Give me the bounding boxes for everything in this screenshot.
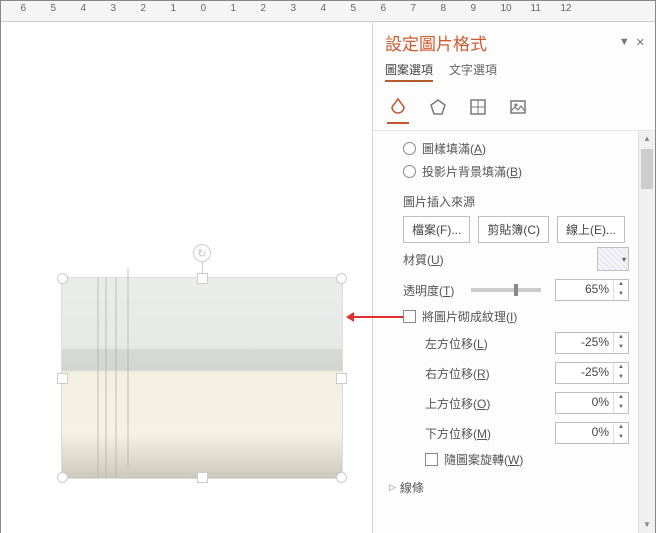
ruler-tick: 10	[501, 3, 502, 14]
ruler-tick: 5	[51, 3, 52, 14]
texture-label: 材質(U)	[403, 251, 589, 268]
offset-left-spinner[interactable]: -25% ▲▼	[555, 332, 629, 354]
radio-icon	[403, 142, 416, 155]
resize-handle-w[interactable]	[57, 373, 68, 384]
checkbox-tile-texture[interactable]: 將圖片砌成紋理(I)	[385, 305, 649, 328]
transparency-label: 透明度(T)	[403, 282, 457, 299]
size-properties-icon[interactable]	[467, 96, 489, 118]
scroll-down-icon[interactable]: ▼	[639, 517, 655, 533]
selected-picture[interactable]: ↻	[61, 277, 343, 479]
resize-handle-ne[interactable]	[336, 273, 347, 284]
texture-picker[interactable]: ▾	[597, 247, 629, 271]
radio-pattern-fill[interactable]: 圖樣填滿(A)	[385, 137, 649, 160]
panel-body: 圖樣填滿(A) 投影片背景填滿(B) 圖片插入來源 檔案(F)... 剪貼簿(C…	[373, 131, 655, 533]
panel-scrollbar[interactable]: ▲ ▼	[638, 131, 655, 533]
ruler-tick: 3	[111, 3, 112, 14]
ruler-tick: 6	[21, 3, 22, 14]
line-section-expander[interactable]: ▷ 線條	[385, 471, 649, 500]
ruler-tick: 11	[531, 3, 532, 14]
transparency-slider[interactable]	[471, 288, 541, 292]
category-icons	[373, 88, 655, 131]
radio-slide-bg-fill[interactable]: 投影片背景填滿(B)	[385, 160, 649, 183]
online-button[interactable]: 線上(E)...	[557, 216, 625, 243]
ruler-tick: 3	[291, 3, 292, 14]
transparency-value: 65%	[556, 280, 613, 300]
ruler-tick: 4	[321, 3, 322, 14]
file-button[interactable]: 檔案(F)...	[403, 216, 470, 243]
close-icon[interactable]: ✕	[636, 36, 645, 49]
checkbox-label: 將圖片砌成紋理(I)	[422, 308, 517, 325]
ruler-tick: 5	[351, 3, 352, 14]
ruler-tick: 1	[171, 3, 172, 14]
checkbox-icon	[403, 310, 416, 323]
offset-top-spinner[interactable]: 0% ▲▼	[555, 392, 629, 414]
offset-right-spinner[interactable]: -25% ▲▼	[555, 362, 629, 384]
line-section-label: 線條	[400, 479, 424, 496]
horizontal-ruler: 6543210123456789101112	[1, 1, 655, 22]
panel-tabs: 圖案選項 文字選項	[373, 59, 655, 88]
chevron-right-icon: ▷	[389, 482, 396, 493]
panel-menu-icon[interactable]: ▼	[619, 36, 630, 49]
checkbox-label: 隨圖案旋轉(W)	[444, 451, 523, 468]
ruler-tick: 2	[141, 3, 142, 14]
ruler-tick: 6	[381, 3, 382, 14]
resize-handle-s[interactable]	[197, 472, 208, 483]
transparency-spinner[interactable]: 65% ▲▼	[555, 279, 629, 301]
offset-left-label: 左方位移(L)	[425, 335, 547, 352]
slide-canvas[interactable]: ↻	[1, 22, 372, 533]
ruler-tick: 8	[441, 3, 442, 14]
scroll-thumb[interactable]	[641, 149, 653, 189]
offset-top-label: 上方位移(O)	[425, 395, 547, 412]
tab-text-options[interactable]: 文字選項	[449, 61, 497, 82]
fill-line-icon[interactable]	[387, 96, 409, 124]
ruler-tick: 4	[81, 3, 82, 14]
ruler-tick: 9	[471, 3, 472, 14]
radio-label: 圖樣填滿(A)	[422, 140, 486, 157]
resize-handle-se[interactable]	[336, 472, 347, 483]
checkbox-rotate-with-shape[interactable]: 隨圖案旋轉(W)	[385, 448, 649, 471]
ruler-tick: 2	[261, 3, 262, 14]
tab-shape-options[interactable]: 圖案選項	[385, 61, 433, 82]
ruler-tick: 12	[561, 3, 562, 14]
ruler-tick: 1	[231, 3, 232, 14]
clipboard-button[interactable]: 剪貼簿(C)	[478, 216, 549, 243]
resize-handle-sw[interactable]	[57, 472, 68, 483]
checkbox-icon	[425, 453, 438, 466]
format-picture-panel: 設定圖片格式 ▼ ✕ 圖案選項 文字選項	[372, 22, 655, 533]
rotate-handle[interactable]: ↻	[193, 244, 211, 262]
resize-handle-n[interactable]	[197, 273, 208, 284]
insert-from-label: 圖片插入來源	[385, 183, 649, 216]
resize-handle-e[interactable]	[336, 373, 347, 384]
offset-bottom-spinner[interactable]: 0% ▲▼	[555, 422, 629, 444]
workspace: ↻ 設定圖片格式 ▼ ✕ 圖案選項 文字選項	[1, 22, 655, 533]
scroll-up-icon[interactable]: ▲	[639, 131, 655, 147]
offset-bottom-label: 下方位移(M)	[425, 425, 547, 442]
resize-handle-nw[interactable]	[57, 273, 68, 284]
ruler-tick: 7	[411, 3, 412, 14]
ruler-tick: 0	[201, 3, 202, 14]
offset-right-label: 右方位移(R)	[425, 365, 547, 382]
radio-label: 投影片背景填滿(B)	[422, 163, 522, 180]
effects-icon[interactable]	[427, 96, 449, 118]
picture-icon[interactable]	[507, 96, 529, 118]
panel-title: 設定圖片格式	[385, 30, 487, 55]
radio-icon	[403, 165, 416, 178]
